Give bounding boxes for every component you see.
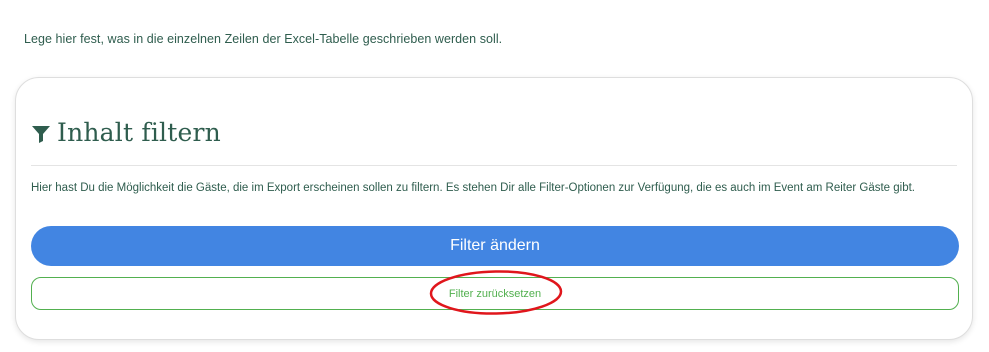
filter-content-card: Inhalt filtern Hier hast Du die Möglichk… — [15, 77, 973, 340]
card-header: Inhalt filtern — [31, 114, 221, 150]
card-divider — [31, 165, 957, 166]
card-title: Inhalt filtern — [57, 117, 221, 147]
change-filter-button[interactable]: Filter ändern — [31, 226, 959, 266]
reset-filter-button[interactable]: Filter zurücksetzen — [31, 277, 959, 310]
card-description: Hier hast Du die Möglichkeit die Gäste, … — [31, 182, 916, 194]
intro-text: Lege hier fest, was in die einzelnen Zei… — [24, 32, 503, 46]
filter-funnel-icon — [32, 125, 50, 143]
